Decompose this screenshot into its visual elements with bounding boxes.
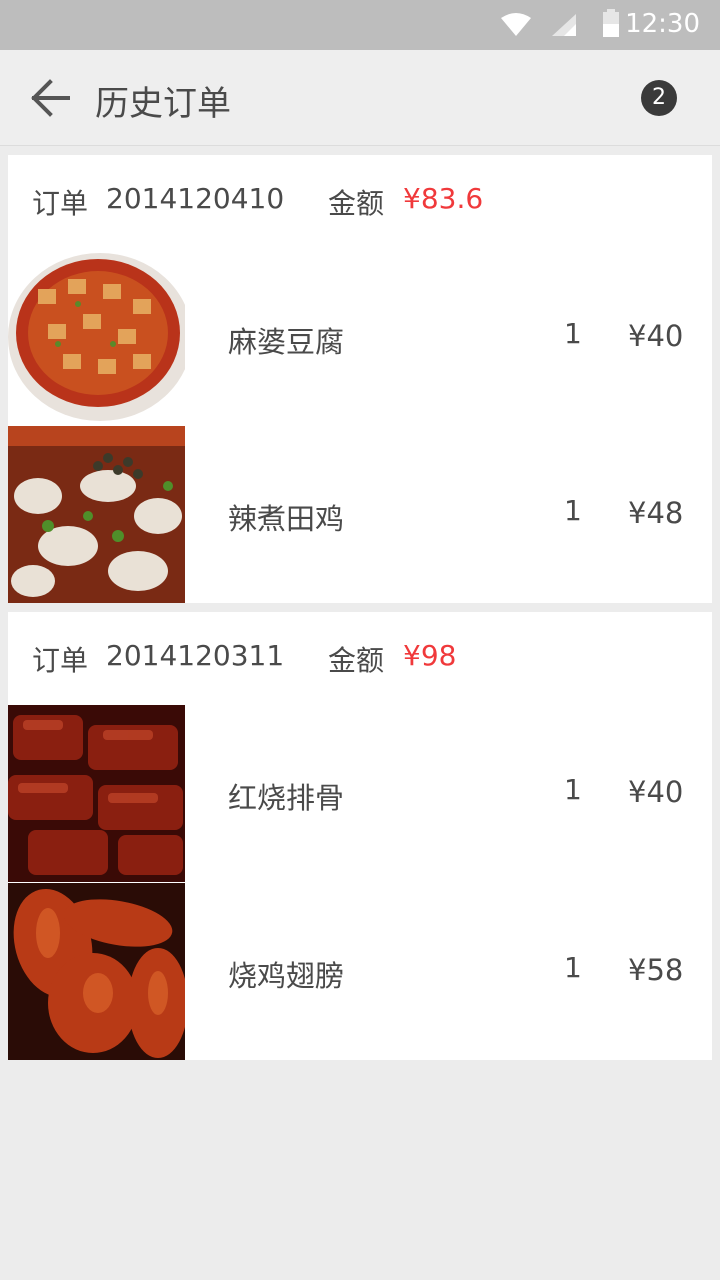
item-name: 烧鸡翅膀 (228, 959, 345, 993)
app-bar: 历史订单 2 (0, 50, 720, 146)
item-price: ¥58 (628, 953, 684, 987)
order-number: 2014120311 (106, 639, 285, 672)
item-price: ¥48 (628, 496, 684, 530)
signal-icon (552, 14, 576, 36)
order-card[interactable]: 订单 2014120410 金额 ¥83.6 麻婆豆腐 1 ¥40 辣煮田鸡 1… (8, 155, 712, 603)
item-price: ¥40 (628, 319, 684, 353)
item-quantity: 1 (564, 773, 582, 806)
order-card[interactable]: 订单 2014120311 金额 ¥98 红烧排骨 1 ¥40 烧鸡翅膀 1 ¥… (8, 612, 712, 1060)
item-quantity: 1 (564, 317, 582, 350)
order-number: 2014120410 (106, 182, 285, 215)
order-header: 订单 2014120311 金额 ¥98 (8, 612, 712, 702)
status-bar: 12:30 (0, 0, 720, 50)
battery-icon (603, 9, 619, 37)
braised-ribs-image (8, 705, 185, 882)
count-badge[interactable]: 2 (641, 80, 677, 116)
order-item[interactable]: 麻婆豆腐 1 ¥40 (8, 249, 712, 426)
roast-chicken-wings-image (8, 883, 185, 1060)
status-time: 12:30 (625, 9, 700, 39)
arrow-left-icon[interactable] (28, 78, 72, 118)
mapo-tofu-image (8, 249, 185, 426)
item-name: 红烧排骨 (228, 781, 345, 815)
order-amount: ¥98 (403, 639, 457, 672)
item-name: 麻婆豆腐 (228, 325, 345, 359)
amount-label: 金额 (328, 187, 385, 220)
order-label: 订单 (32, 187, 89, 220)
item-price: ¥40 (628, 775, 684, 809)
spicy-frog-image (8, 426, 185, 603)
order-amount: ¥83.6 (403, 182, 484, 215)
item-name: 辣煮田鸡 (228, 502, 345, 536)
item-quantity: 1 (564, 494, 582, 527)
page-title: 历史订单 (95, 84, 231, 124)
order-item[interactable]: 烧鸡翅膀 1 ¥58 (8, 883, 712, 1060)
item-quantity: 1 (564, 951, 582, 984)
amount-label: 金额 (328, 644, 385, 677)
order-header: 订单 2014120410 金额 ¥83.6 (8, 155, 712, 245)
order-item[interactable]: 辣煮田鸡 1 ¥48 (8, 426, 712, 603)
order-label: 订单 (32, 644, 89, 677)
wifi-icon (501, 13, 531, 36)
order-item[interactable]: 红烧排骨 1 ¥40 (8, 705, 712, 882)
